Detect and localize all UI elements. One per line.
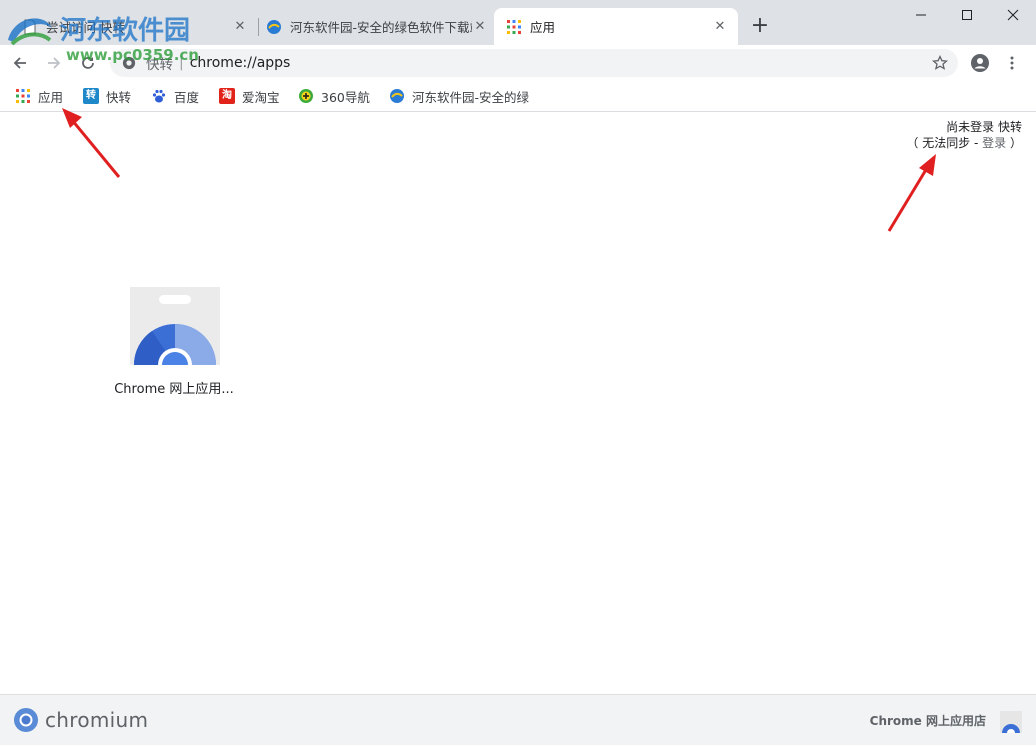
bookmark-label: 河东软件园-安全的绿: [412, 89, 530, 105]
signin-status: 尚未登录 快转 （ 无法同步 - 登录 ）: [906, 119, 1022, 151]
hedong-icon: [390, 89, 404, 103]
sync-status-suffix: ）: [1006, 136, 1022, 150]
chromium-icon: [14, 708, 38, 732]
kuaizhuan-icon: 转: [83, 88, 99, 104]
star-icon[interactable]: [932, 55, 948, 71]
signin-link[interactable]: 登录: [982, 136, 1006, 150]
more-vert-icon: [1010, 56, 1014, 70]
arrow-to-apps-bookmark: [62, 108, 121, 178]
omnibox[interactable]: 快转 | chrome://apps: [110, 49, 958, 77]
app-tile-webstore[interactable]: Chrome 网上应用...: [110, 287, 238, 399]
title-bar: 尝试访问 快转 ✕ 河东软件园-安全的绿色软件下载站 ✕ 应用 ✕ +: [0, 0, 1036, 45]
bookmark-label: 爱淘宝: [242, 89, 280, 105]
tab-title: 尝试访问 快转: [46, 20, 125, 35]
bookmark-label: 360导航: [321, 89, 370, 105]
page-icon: [24, 19, 36, 34]
tab-apps[interactable]: 应用 ✕: [494, 8, 738, 45]
sync-status-prefix: （ 无法同步 -: [906, 136, 983, 150]
account-icon: [971, 54, 989, 72]
bookmark-label: 应用: [38, 89, 64, 105]
hedong-icon: [267, 19, 281, 34]
back-arrow-icon: [13, 57, 26, 69]
bookmark-label: 快转: [106, 89, 132, 105]
bookmark-apps[interactable]: 应用: [15, 86, 63, 106]
forward-arrow-icon: [48, 57, 61, 69]
tab-hedong[interactable]: 河东软件园-安全的绿色软件下载站 ✕: [254, 8, 498, 45]
bookmark-label: 百度: [174, 89, 200, 105]
omnibox-chip: 快转: [146, 57, 173, 73]
bookmark-kuaizhuan[interactable]: 转 快转: [83, 86, 131, 106]
new-tab-button[interactable]: +: [748, 14, 772, 38]
app-label: Chrome 网上应用...: [114, 382, 234, 397]
bookmark-hedong[interactable]: 河东软件园-安全的绿: [389, 86, 529, 106]
toolbar: 快转 | chrome://apps: [0, 45, 1036, 81]
omnibox-divider: |: [179, 55, 184, 71]
reload-icon: [82, 57, 94, 69]
chromium-logo: chromium: [13, 707, 148, 733]
menu-button[interactable]: [1000, 51, 1024, 75]
minimize-icon: [916, 14, 926, 16]
minimize-button[interactable]: [898, 0, 944, 30]
close-icon[interactable]: ✕: [712, 19, 728, 35]
footer: chromium Chrome 网上应用店: [0, 694, 1036, 745]
web-store-icon: [130, 287, 220, 365]
brand-text: chromium: [45, 708, 149, 732]
web-store-link[interactable]: Chrome 网上应用店: [870, 712, 986, 729]
signin-sync-line: （ 无法同步 - 登录 ）: [906, 135, 1022, 151]
bookmark-taobao[interactable]: 淘 爱淘宝: [219, 86, 280, 106]
maximize-button[interactable]: [944, 0, 990, 30]
apps-grid-icon: [507, 19, 521, 34]
forward-button[interactable]: [42, 51, 66, 75]
tab-title: 河东软件园-安全的绿色软件下载站: [290, 20, 472, 35]
close-icon[interactable]: ✕: [472, 19, 488, 35]
baidu-paw-icon: [152, 89, 166, 103]
close-icon[interactable]: ✕: [232, 19, 248, 35]
signin-user-line: 尚未登录 快转: [946, 120, 1022, 134]
close-window-button[interactable]: [990, 0, 1036, 30]
web-store-small-icon[interactable]: [1000, 711, 1022, 733]
close-icon: [1007, 9, 1019, 21]
apps-grid-icon: [16, 89, 30, 103]
url-text[interactable]: chrome://apps: [190, 55, 291, 71]
chrome-logo-icon: [122, 56, 136, 70]
maximize-icon: [962, 10, 972, 20]
bookmark-baidu[interactable]: 百度: [151, 86, 199, 106]
back-button[interactable]: [8, 51, 32, 75]
profile-button[interactable]: [968, 51, 992, 75]
taobao-icon: 淘: [219, 88, 235, 104]
360-icon: [299, 89, 313, 103]
bookmarks-bar: 应用 转 快转 百度 淘 爱淘宝 360导航 河东软件园-安全的绿: [0, 81, 1036, 112]
reload-button[interactable]: [76, 51, 100, 75]
tab-title: 应用: [530, 20, 556, 35]
bookmark-360[interactable]: 360导航: [298, 86, 370, 106]
tab-kuaizhuan[interactable]: 尝试访问 快转 ✕: [10, 8, 258, 45]
arrow-to-signin: [887, 154, 936, 232]
